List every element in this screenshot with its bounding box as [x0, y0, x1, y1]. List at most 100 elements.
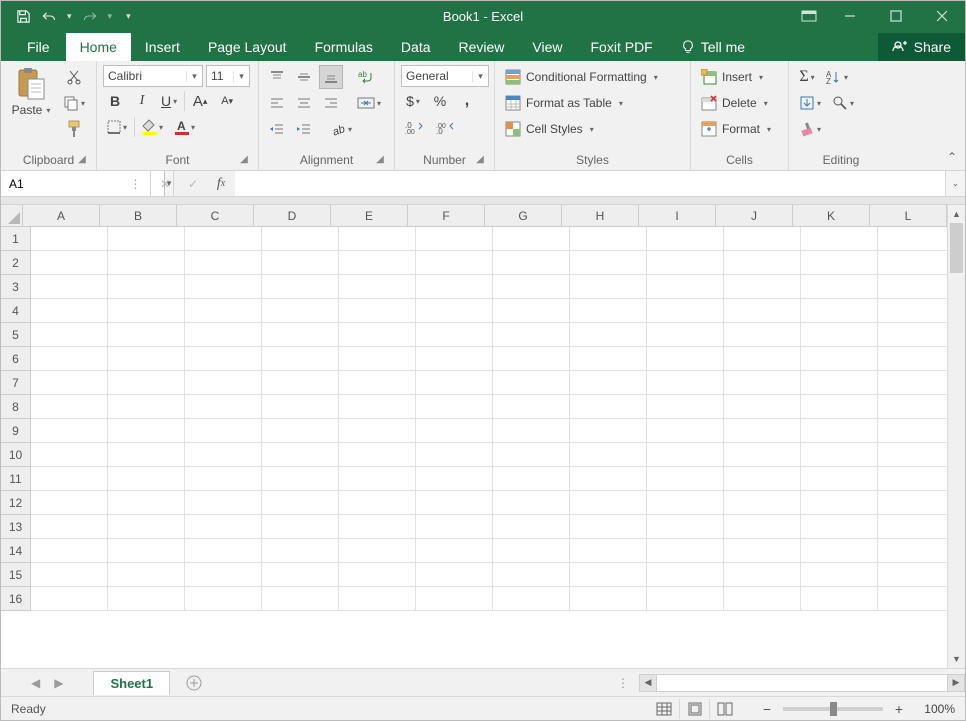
- cell[interactable]: [570, 323, 647, 347]
- cell[interactable]: [31, 587, 108, 611]
- share-button[interactable]: Share: [878, 33, 965, 61]
- tab-data[interactable]: Data: [387, 33, 445, 61]
- cell[interactable]: [262, 323, 339, 347]
- align-right-button[interactable]: [319, 91, 343, 115]
- cancel-formula-button[interactable]: ✕: [151, 171, 179, 196]
- cell[interactable]: [185, 539, 262, 563]
- cell[interactable]: [416, 347, 493, 371]
- undo-icon[interactable]: [41, 8, 57, 24]
- minimize-button[interactable]: [827, 1, 873, 31]
- cell[interactable]: [31, 227, 108, 251]
- format-as-table-button[interactable]: Format as Table▾: [501, 91, 684, 115]
- orientation-button[interactable]: ab▾: [326, 117, 356, 141]
- cell[interactable]: [801, 275, 878, 299]
- row-header[interactable]: 14: [1, 539, 31, 563]
- close-button[interactable]: [919, 1, 965, 31]
- cell[interactable]: [493, 515, 570, 539]
- cell[interactable]: [416, 419, 493, 443]
- cell[interactable]: [262, 491, 339, 515]
- cell[interactable]: [493, 347, 570, 371]
- cell[interactable]: [724, 587, 801, 611]
- cell[interactable]: [570, 227, 647, 251]
- cell[interactable]: [493, 227, 570, 251]
- cell[interactable]: [878, 515, 947, 539]
- cell[interactable]: [185, 275, 262, 299]
- conditional-formatting-button[interactable]: Conditional Formatting▾: [501, 65, 684, 89]
- tab-formulas[interactable]: Formulas: [301, 33, 387, 61]
- cell[interactable]: [724, 275, 801, 299]
- cell[interactable]: [724, 299, 801, 323]
- cell[interactable]: [647, 539, 724, 563]
- cell[interactable]: [416, 539, 493, 563]
- new-sheet-button[interactable]: [180, 673, 208, 693]
- row-header[interactable]: 6: [1, 347, 31, 371]
- cell[interactable]: [108, 443, 185, 467]
- column-header[interactable]: D: [254, 205, 331, 227]
- cell[interactable]: [724, 539, 801, 563]
- cell[interactable]: [570, 563, 647, 587]
- cell[interactable]: [339, 227, 416, 251]
- decrease-font-button[interactable]: A▾: [215, 89, 239, 113]
- cell[interactable]: [339, 443, 416, 467]
- cell[interactable]: [493, 491, 570, 515]
- cell[interactable]: [801, 371, 878, 395]
- cell[interactable]: [878, 347, 947, 371]
- cell[interactable]: [262, 443, 339, 467]
- cell[interactable]: [570, 371, 647, 395]
- row-header[interactable]: 7: [1, 371, 31, 395]
- cell[interactable]: [185, 347, 262, 371]
- cell[interactable]: [647, 371, 724, 395]
- font-color-button[interactable]: A▾: [170, 115, 199, 139]
- cell[interactable]: [31, 347, 108, 371]
- cell[interactable]: [724, 347, 801, 371]
- number-launcher-icon[interactable]: ◢: [474, 154, 486, 166]
- cell[interactable]: [570, 299, 647, 323]
- cell[interactable]: [493, 443, 570, 467]
- zoom-slider-handle[interactable]: [830, 702, 837, 716]
- cell[interactable]: [647, 467, 724, 491]
- cell[interactable]: [724, 395, 801, 419]
- cell-styles-button[interactable]: Cell Styles▾: [501, 117, 684, 141]
- redo-icon[interactable]: [82, 8, 98, 24]
- hscroll-track[interactable]: [657, 674, 947, 692]
- cell[interactable]: [262, 587, 339, 611]
- cell[interactable]: [570, 467, 647, 491]
- cell[interactable]: [493, 251, 570, 275]
- cell[interactable]: [262, 347, 339, 371]
- column-header[interactable]: A: [23, 205, 100, 227]
- tab-file[interactable]: File: [11, 33, 66, 61]
- cell[interactable]: [801, 299, 878, 323]
- cell[interactable]: [31, 275, 108, 299]
- save-icon[interactable]: [15, 8, 31, 24]
- cell[interactable]: [108, 491, 185, 515]
- row-header[interactable]: 11: [1, 467, 31, 491]
- cells-area[interactable]: [31, 227, 947, 668]
- cell[interactable]: [262, 251, 339, 275]
- cell[interactable]: [185, 227, 262, 251]
- column-header[interactable]: B: [100, 205, 177, 227]
- cell[interactable]: [31, 419, 108, 443]
- cell[interactable]: [31, 563, 108, 587]
- tell-me-button[interactable]: Tell me: [667, 33, 759, 61]
- cell[interactable]: [31, 395, 108, 419]
- cell[interactable]: [31, 467, 108, 491]
- format-cells-button[interactable]: Format▾: [697, 117, 782, 141]
- cell[interactable]: [339, 275, 416, 299]
- autosum-button[interactable]: Σ▾: [795, 65, 819, 89]
- customize-qat-icon[interactable]: ▾: [126, 11, 131, 22]
- cell[interactable]: [647, 419, 724, 443]
- percent-format-button[interactable]: %: [428, 89, 452, 113]
- cell[interactable]: [339, 371, 416, 395]
- decrease-decimal-button[interactable]: .00.0: [432, 115, 460, 139]
- tab-split-handle[interactable]: ⋮: [609, 676, 639, 690]
- sheet-tab-active[interactable]: Sheet1: [93, 671, 170, 695]
- cell[interactable]: [647, 347, 724, 371]
- cell[interactable]: [339, 299, 416, 323]
- cell[interactable]: [416, 323, 493, 347]
- cell[interactable]: [570, 539, 647, 563]
- increase-indent-button[interactable]: [292, 117, 316, 141]
- cell[interactable]: [262, 515, 339, 539]
- font-size-combo[interactable]: 11▾: [206, 65, 250, 87]
- cell[interactable]: [262, 275, 339, 299]
- tab-view[interactable]: View: [518, 33, 576, 61]
